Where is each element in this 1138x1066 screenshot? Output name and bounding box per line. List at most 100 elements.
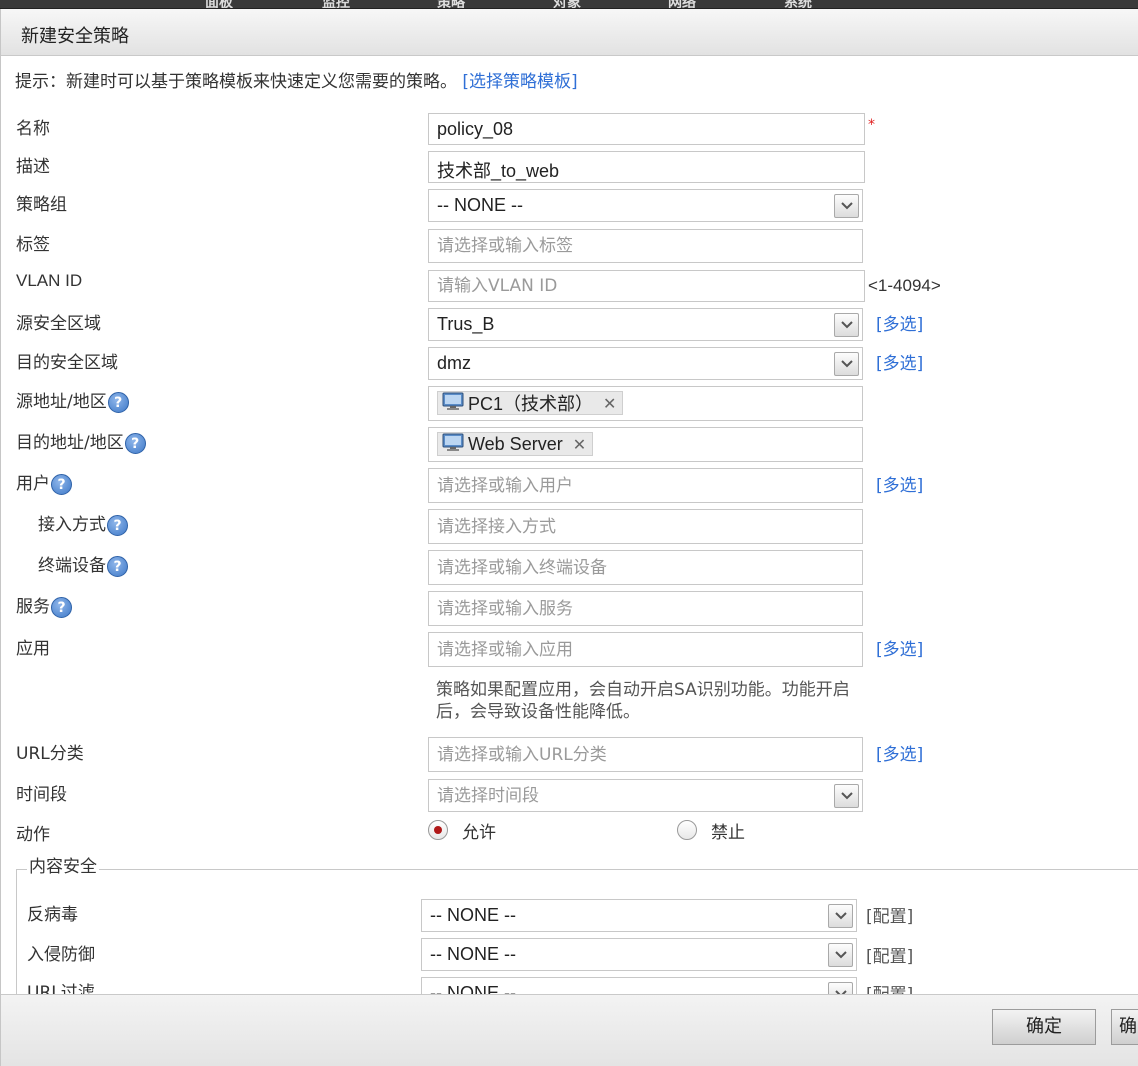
time-range-select[interactable]	[428, 779, 863, 812]
url-category-input-box[interactable]	[429, 738, 862, 771]
remove-tag-icon[interactable]: ✕	[603, 394, 616, 413]
name-label: 名称	[16, 119, 50, 139]
top-nav: 面板 监控 策略 对象 网络 系统	[0, 0, 1138, 9]
src-zone-select[interactable]: Trus_B	[428, 308, 863, 341]
time-range-label: 时间段	[16, 785, 67, 805]
vlan-id-input-box[interactable]	[429, 271, 864, 301]
computer-icon	[442, 433, 464, 456]
terminal-label-text: 终端设备	[38, 556, 106, 576]
application-multi-link[interactable]: [多选]	[876, 635, 923, 660]
terminal-input[interactable]	[428, 550, 863, 585]
application-input-box[interactable]	[429, 633, 862, 666]
select-template-link[interactable]: [选择策略模板]	[462, 72, 577, 92]
url-category-input[interactable]	[428, 737, 863, 772]
user-multi-link[interactable]: [多选]	[876, 471, 923, 496]
hint-text: 提示：新建时可以基于策略模板来快速定义您需要的策略。 [选择策略模板]	[15, 67, 578, 92]
ips-config-link[interactable]: [配置]	[866, 942, 913, 967]
access-label: 接入方式?	[38, 510, 128, 536]
ips-select[interactable]: -- NONE --	[421, 938, 857, 971]
dialog-titlebar[interactable]: 新建安全策略	[1, 9, 1138, 56]
nav-item-policy[interactable]: 策略	[437, 0, 465, 8]
help-icon[interactable]: ?	[124, 432, 146, 454]
nav-item-objects[interactable]: 对象	[553, 0, 581, 8]
dst-zone-select[interactable]: dmz	[428, 347, 863, 380]
help-icon[interactable]: ?	[107, 514, 128, 536]
chevron-down-icon[interactable]	[834, 313, 859, 337]
url-category-label: URL分类	[16, 744, 84, 764]
policy-group-select[interactable]: -- NONE --	[428, 189, 863, 222]
dst-zone-multi-link[interactable]: [多选]	[876, 349, 923, 374]
computer-icon	[442, 392, 464, 415]
policy-group-value: -- NONE --	[437, 195, 523, 215]
nav-item-system[interactable]: 系统	[784, 0, 812, 8]
src-zone-value: Trus_B	[437, 314, 495, 334]
nav-item-network[interactable]: 网络	[668, 0, 696, 8]
src-addr-label: 源地址/地区?	[16, 387, 129, 413]
help-icon[interactable]: ?	[51, 596, 72, 618]
antivirus-label: 反病毒	[27, 905, 78, 925]
chevron-down-icon[interactable]	[834, 352, 859, 376]
tags-input[interactable]	[428, 229, 863, 263]
nav-item-monitor[interactable]: 监控	[322, 0, 350, 8]
src-addr-label-text: 源地址/地区	[16, 392, 107, 412]
help-icon[interactable]: ?	[51, 473, 72, 495]
src-addr-tag: PC1（技术部） ✕	[437, 391, 624, 415]
vlan-id-input[interactable]	[428, 270, 865, 302]
chevron-down-icon[interactable]	[834, 784, 859, 808]
content-security-legend: 内容安全	[27, 852, 99, 877]
name-input[interactable]: policy_08	[428, 113, 865, 145]
url-category-multi-link[interactable]: [多选]	[876, 740, 923, 765]
nav-item-dashboard[interactable]: 面板	[205, 0, 233, 8]
policy-group-label: 策略组	[16, 195, 67, 215]
help-icon[interactable]: ?	[107, 391, 129, 413]
url-filter-select[interactable]: -- NONE --	[421, 977, 857, 994]
dst-addr-input[interactable]: Web Server ✕	[428, 427, 863, 462]
service-label: 服务?	[16, 592, 72, 618]
description-value: 技术部_to_web	[437, 161, 560, 181]
application-input[interactable]	[428, 632, 863, 667]
chevron-down-icon[interactable]	[834, 194, 859, 218]
description-label: 描述	[16, 157, 50, 177]
terminal-input-box[interactable]	[429, 551, 862, 584]
src-addr-tag-text: PC1（技术部）	[468, 394, 594, 414]
description-input[interactable]: 技术部_to_web	[428, 151, 865, 183]
ok-apply-button[interactable]: 确	[1111, 1009, 1138, 1045]
time-range-input-box[interactable]	[429, 780, 862, 811]
antivirus-select[interactable]: -- NONE --	[421, 899, 857, 932]
allow-radio[interactable]	[428, 820, 448, 840]
application-note: 策略如果配置应用，会自动开启SA识别功能。功能开启 后，会导致设备性能降低。	[436, 679, 850, 723]
user-input[interactable]	[428, 468, 863, 503]
user-label-text: 用户	[16, 474, 50, 494]
antivirus-config-link[interactable]: [配置]	[866, 902, 913, 927]
chevron-down-icon[interactable]	[828, 982, 853, 994]
url-filter-config-link[interactable]: [配置]	[866, 980, 913, 994]
user-label: 用户?	[16, 469, 72, 495]
src-addr-input[interactable]: PC1（技术部） ✕	[428, 386, 863, 421]
user-input-box[interactable]	[429, 469, 862, 502]
required-mark: *	[868, 117, 875, 133]
dialog-footer: 确定 确	[1, 994, 1138, 1066]
name-value: policy_08	[437, 119, 514, 139]
deny-radio[interactable]	[677, 820, 697, 840]
new-policy-dialog: 新建安全策略 提示：新建时可以基于策略模板来快速定义您需要的策略。 [选择策略模…	[0, 9, 1138, 1066]
remove-tag-icon[interactable]: ✕	[573, 435, 586, 454]
hint-message: 提示：新建时可以基于策略模板来快速定义您需要的策略。	[15, 72, 457, 92]
application-note-line2: 后，会导致设备性能降低。	[436, 702, 640, 722]
service-input-box[interactable]	[429, 592, 862, 625]
help-icon[interactable]: ?	[107, 555, 128, 577]
dst-addr-label: 目的地址/地区?	[16, 428, 146, 454]
access-input[interactable]	[428, 509, 863, 544]
chevron-down-icon[interactable]	[828, 943, 853, 967]
service-input[interactable]	[428, 591, 863, 626]
dst-addr-label-text: 目的地址/地区	[16, 433, 124, 453]
access-input-box[interactable]	[429, 510, 862, 543]
application-note-line1: 策略如果配置应用，会自动开启SA识别功能。功能开启	[436, 680, 850, 700]
antivirus-value: -- NONE --	[430, 905, 516, 925]
dst-zone-label: 目的安全区域	[16, 353, 118, 373]
chevron-down-icon[interactable]	[828, 904, 853, 928]
action-label: 动作	[16, 825, 50, 845]
ok-button[interactable]: 确定	[992, 1009, 1096, 1045]
tags-input-box[interactable]	[429, 230, 862, 262]
src-zone-label: 源安全区域	[16, 314, 101, 334]
src-zone-multi-link[interactable]: [多选]	[876, 310, 923, 335]
